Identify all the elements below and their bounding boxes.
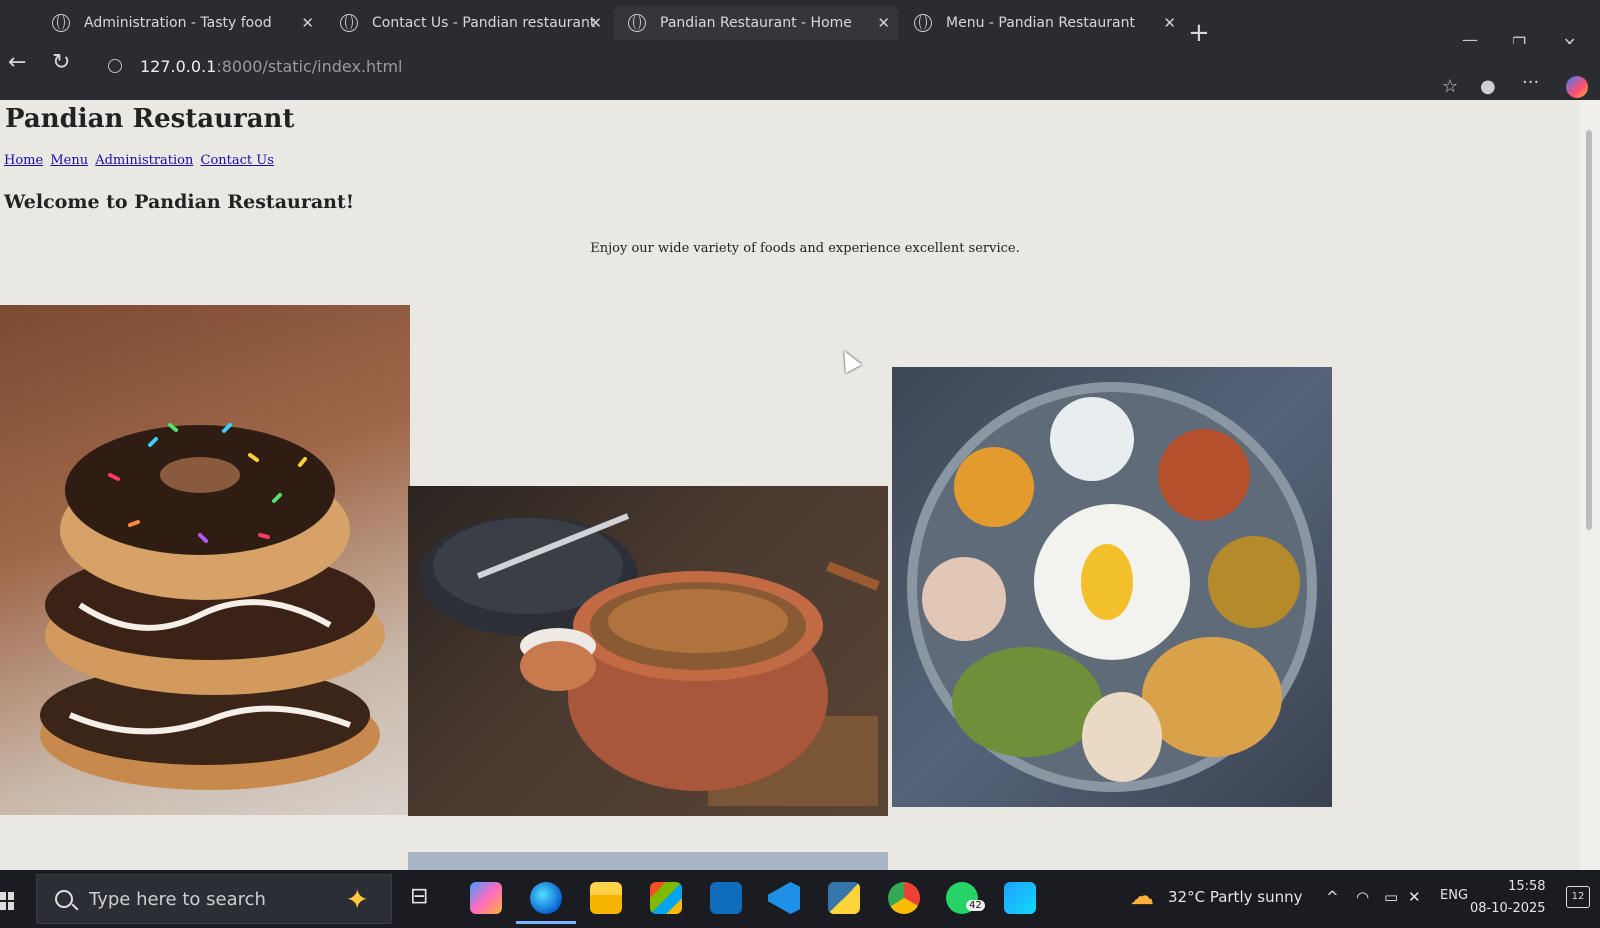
vscode-app-icon[interactable] (768, 882, 800, 914)
tab-title: Menu - Pandian Restaurant (946, 15, 1135, 31)
nav-link-home[interactable]: Home (4, 153, 43, 168)
donuts-image (0, 305, 410, 815)
close-tab-icon[interactable]: ✕ (589, 14, 602, 32)
page-viewport: Pandian Restaurant Home Menu Administrat… (0, 100, 1580, 870)
volume-muted-icon[interactable]: ✕ (1408, 888, 1421, 906)
taskbar-search[interactable]: Type here to search ✦ (36, 874, 392, 924)
show-hidden-icons[interactable]: ^ (1326, 888, 1339, 906)
page-scrollbar[interactable] (1580, 100, 1600, 870)
thali-illustration (907, 382, 1317, 792)
browser-toolbar: ← ↻ 127.0.0.1:8000/static/index.html ☆ ●… (0, 44, 1600, 100)
donuts-illustration (40, 423, 385, 790)
battery-icon[interactable]: ▭ (1384, 888, 1398, 906)
globe-icon (628, 14, 646, 32)
profile-icon[interactable]: ● (1480, 76, 1496, 97)
address-host: 127.0.0.1 (140, 56, 217, 76)
tab-contact-us[interactable]: Contact Us - Pandian restaurant ✕ (326, 6, 610, 40)
globe-icon (914, 14, 932, 32)
close-tab-icon[interactable]: ✕ (301, 14, 314, 32)
copilot-icon[interactable] (1566, 76, 1588, 98)
biryani-illustration (418, 513, 880, 806)
site-nav: Home Menu Administration Contact Us (4, 153, 277, 168)
file-explorer-icon[interactable] (590, 882, 622, 914)
new-tab-button[interactable]: + (1188, 20, 1210, 46)
search-icon (55, 890, 73, 908)
clock[interactable]: 15:58 08-10-2025 (1470, 876, 1546, 920)
scrollbar-thumb[interactable] (1586, 130, 1592, 530)
refresh-icon[interactable]: ↻ (52, 50, 70, 75)
back-arrow-icon[interactable]: ← (8, 50, 26, 75)
photos-app-icon[interactable] (1004, 882, 1036, 914)
more-options-icon[interactable]: ··· (1522, 72, 1539, 93)
copilot-app-icon[interactable] (470, 882, 502, 914)
copilot-sparkle-icon: ✦ (345, 883, 369, 916)
welcome-heading: Welcome to Pandian Restaurant! (4, 191, 355, 213)
tab-title: Pandian Restaurant - Home (660, 15, 852, 31)
tab-home[interactable]: Pandian Restaurant - Home ✕ (614, 6, 898, 40)
clock-date: 08-10-2025 (1470, 901, 1546, 916)
tab-title: Contact Us - Pandian restaurant (372, 15, 596, 31)
globe-icon (340, 14, 358, 32)
notification-icon[interactable]: 12 (1566, 886, 1590, 908)
search-placeholder: Type here to search (89, 888, 266, 910)
partial-image (408, 852, 888, 870)
address-path: :8000/static/index.html (216, 56, 403, 76)
clock-time: 15:58 (1508, 879, 1546, 894)
tab-administration[interactable]: Administration - Tasty food ✕ (38, 6, 322, 40)
tab-title: Administration - Tasty food (84, 15, 272, 31)
tab-strip: Administration - Tasty food ✕ Contact Us… (0, 0, 1600, 53)
weather-text[interactable]: 32°C Partly sunny (1168, 888, 1302, 906)
nav-link-administration[interactable]: Administration (95, 153, 193, 168)
close-tab-icon[interactable]: ✕ (877, 14, 890, 32)
windows-start-icon[interactable] (0, 892, 14, 910)
weather-icon[interactable]: ☁ (1130, 882, 1154, 910)
whatsapp-badge: 42 (966, 900, 985, 911)
nav-link-menu[interactable]: Menu (50, 153, 88, 168)
language-indicator[interactable]: ENG (1440, 888, 1468, 903)
address-bar[interactable]: 127.0.0.1:8000/static/index.html (96, 48, 1396, 84)
tagline: Enjoy our wide variety of foods and expe… (590, 241, 1020, 256)
favorites-icon[interactable]: ☆ (1442, 76, 1458, 97)
tab-menu[interactable]: Menu - Pandian Restaurant ✕ (900, 6, 1184, 40)
python-app-icon[interactable] (828, 882, 860, 914)
globe-icon (52, 14, 70, 32)
thali-image (892, 367, 1332, 807)
store-app-icon[interactable] (650, 882, 682, 914)
page-title: Pandian Restaurant (5, 104, 295, 134)
mouse-cursor (836, 346, 862, 374)
taskbar: Type here to search ✦ ⊟ 42 ☁ 32°C Partly… (0, 870, 1600, 928)
wifi-icon[interactable]: ◠ (1356, 888, 1369, 906)
site-info-icon[interactable] (108, 59, 122, 73)
close-tab-icon[interactable]: ✕ (1163, 14, 1176, 32)
biryani-image (408, 486, 888, 816)
chrome-app-icon[interactable] (888, 882, 920, 914)
edge-app-icon[interactable] (516, 882, 576, 924)
nav-link-contact-us[interactable]: Contact Us (201, 153, 274, 168)
outlook-app-icon[interactable] (710, 882, 742, 914)
task-view-icon[interactable]: ⊟ (410, 884, 428, 909)
